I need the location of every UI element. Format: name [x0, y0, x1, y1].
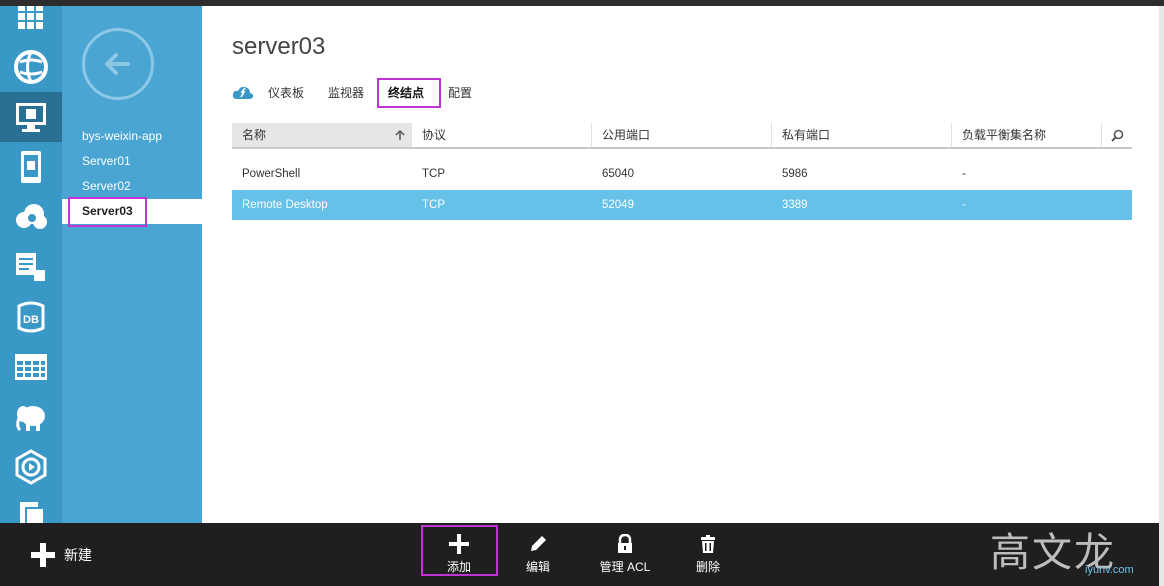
- cell-protocol: TCP: [422, 168, 445, 180]
- cloud-gear-icon: [16, 204, 47, 229]
- subnav-item-bys-weixin-app[interactable]: bys-weixin-app: [62, 124, 202, 149]
- sort-ascending-icon: [395, 130, 405, 140]
- plus-icon: [31, 542, 55, 567]
- cloud-status-icon: [232, 86, 254, 99]
- cell-lb-set: -: [962, 199, 966, 211]
- table-row[interactable]: PowerShell TCP 65040 5986 -: [232, 159, 1132, 189]
- globe-icon: [14, 50, 48, 84]
- window-edge: [1159, 6, 1164, 586]
- svg-text:DB: DB: [23, 314, 39, 326]
- mobile-icon: [21, 151, 41, 183]
- grid-icon: [18, 6, 43, 29]
- tab-configure[interactable]: 配置: [448, 84, 472, 101]
- page-title: server03: [232, 33, 326, 60]
- new-button-label: 新建: [64, 546, 92, 563]
- back-button[interactable]: [82, 28, 154, 100]
- subnav-item-server02[interactable]: Server02: [62, 174, 202, 199]
- subnav-item-server01[interactable]: Server01: [62, 149, 202, 174]
- manage-acl-button[interactable]: 管理 ACL: [590, 523, 660, 586]
- delete-button-label: 删除: [695, 560, 720, 574]
- rail-item-cloud-services[interactable]: [0, 192, 62, 242]
- search-icon: [1111, 129, 1124, 142]
- column-header-private-port[interactable]: 私有端口: [772, 123, 952, 147]
- document-icon: [16, 253, 45, 281]
- cell-lb-set: -: [962, 168, 966, 180]
- rail-item-storage[interactable]: [0, 342, 62, 392]
- rail-item-all[interactable]: [0, 6, 62, 42]
- rail-item-hdinsight[interactable]: [0, 392, 62, 442]
- command-bar: 新建 添加 编辑 管理 ACL 删除: [0, 523, 1159, 586]
- cell-protocol: TCP: [422, 199, 445, 211]
- delete-endpoint-button[interactable]: 删除: [680, 523, 736, 586]
- tab-dashboard[interactable]: 仪表板: [268, 84, 304, 101]
- cell-private-port: 3389: [782, 199, 808, 211]
- cell-private-port: 5986: [782, 168, 808, 180]
- elephant-icon: [16, 406, 45, 432]
- edit-endpoint-button[interactable]: 编辑: [510, 523, 566, 586]
- column-header-public-port[interactable]: 公用端口: [592, 123, 772, 147]
- column-header-name[interactable]: 名称: [232, 123, 412, 147]
- edit-button-label: 编辑: [525, 560, 550, 574]
- cell-public-port: 65040: [602, 168, 634, 180]
- tab-monitor[interactable]: 监视器: [328, 84, 364, 101]
- column-header-protocol[interactable]: 协议: [412, 123, 592, 147]
- file-icon: [20, 502, 45, 523]
- database-icon: DB: [17, 301, 45, 333]
- trash-icon: [701, 535, 715, 553]
- pencil-icon: [531, 536, 546, 551]
- monitor-icon: [16, 103, 46, 132]
- rail-item-more[interactable]: [0, 492, 62, 523]
- column-header-label: 名称: [242, 128, 267, 142]
- arrow-left-icon: [105, 53, 130, 75]
- rail-item-batch[interactable]: [0, 242, 62, 292]
- service-rail: DB: [0, 6, 62, 523]
- cell-public-port: 52049: [602, 199, 634, 211]
- acl-button-label: 管理 ACL: [599, 560, 651, 574]
- lock-icon: [618, 534, 632, 553]
- rail-item-websites[interactable]: [0, 42, 62, 92]
- watermark-site: iyunv.com: [1085, 564, 1134, 576]
- rail-item-media-services[interactable]: [0, 442, 62, 492]
- column-header-lb-set[interactable]: 负载平衡集名称: [952, 123, 1102, 147]
- cell-name: PowerShell: [242, 168, 301, 180]
- cell-name: Remote Desktop: [242, 199, 328, 211]
- rail-item-virtual-machines[interactable]: [0, 92, 62, 142]
- add-button-highlight: [421, 525, 498, 576]
- new-button[interactable]: 新建: [30, 523, 92, 586]
- active-server-highlight: [68, 197, 147, 227]
- active-tab-highlight: [377, 78, 441, 108]
- table-search-button[interactable]: [1102, 123, 1132, 147]
- table-header: 名称 协议 公用端口 私有端口 负载平衡集名称: [232, 123, 1132, 149]
- table-row-selected[interactable]: Remote Desktop TCP 52049 3389 -: [232, 190, 1132, 220]
- rail-item-mobile-services[interactable]: [0, 142, 62, 192]
- rail-item-sql-databases[interactable]: DB: [0, 292, 62, 342]
- vm-list-nav: bys-weixin-app Server01 Server02 Server0…: [62, 6, 202, 523]
- main-panel: server03 仪表板 监视器 终结点 配置 名称 协议 公用端口 私有端口 …: [202, 6, 1159, 523]
- media-icon: [15, 449, 47, 485]
- table-icon: [15, 354, 47, 380]
